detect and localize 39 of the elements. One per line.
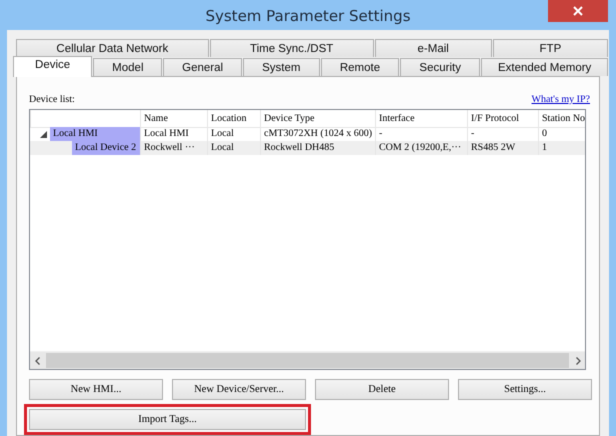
scroll-left-icon[interactable] (34, 356, 40, 364)
tree-item[interactable]: Local HMI (50, 127, 140, 141)
table-cell: Rockwell ··· (140, 141, 207, 155)
tab[interactable]: Time Sync./DST (210, 39, 374, 57)
column-header[interactable]: I/F Protocol (467, 110, 538, 128)
action-button[interactable]: Delete (315, 379, 449, 400)
close-icon (573, 6, 583, 16)
column-header[interactable]: Device Type (260, 110, 375, 128)
tree-item[interactable]: Local Device 2 (72, 141, 140, 155)
column-header[interactable]: Station No (538, 110, 585, 128)
help-link[interactable]: What's my IP? (532, 94, 590, 105)
window-title: System Parameter Settings (205, 7, 411, 25)
table-cell: 1 (538, 141, 585, 155)
close-button[interactable] (548, 0, 608, 22)
tab[interactable]: Security (400, 58, 480, 76)
expanded-arrow-icon[interactable] (40, 130, 46, 138)
table-cell: Local (207, 141, 260, 155)
table-cell: COM 2 (19200,E,··· (375, 141, 467, 155)
column-header[interactable]: Location (207, 110, 260, 128)
scroll-right-icon[interactable] (576, 356, 580, 364)
tab[interactable]: e-Mail (374, 39, 492, 57)
tab[interactable]: System (242, 58, 320, 76)
tab[interactable]: Device (13, 56, 92, 77)
tab[interactable]: Extended Memory (481, 58, 608, 76)
action-button[interactable]: Settings... (458, 379, 592, 400)
list-label: Device list: (29, 94, 75, 105)
tab[interactable]: Model (93, 58, 162, 76)
tab[interactable]: Remote (320, 58, 400, 76)
action-button[interactable]: Import Tags... (29, 409, 306, 430)
table-cell: RS485 2W (467, 141, 538, 155)
tab[interactable]: FTP (492, 39, 608, 57)
column-header[interactable]: Interface (375, 110, 467, 128)
scrollbar-thumb[interactable] (46, 353, 569, 368)
action-button[interactable]: New Device/Server... (172, 379, 306, 400)
column-header[interactable]: Name (140, 110, 207, 128)
table-cell: Rockwell DH485 (260, 141, 375, 155)
tab[interactable]: General (163, 58, 242, 76)
action-button[interactable]: New HMI... (29, 379, 163, 400)
tab[interactable]: Cellular Data Network (16, 39, 209, 57)
